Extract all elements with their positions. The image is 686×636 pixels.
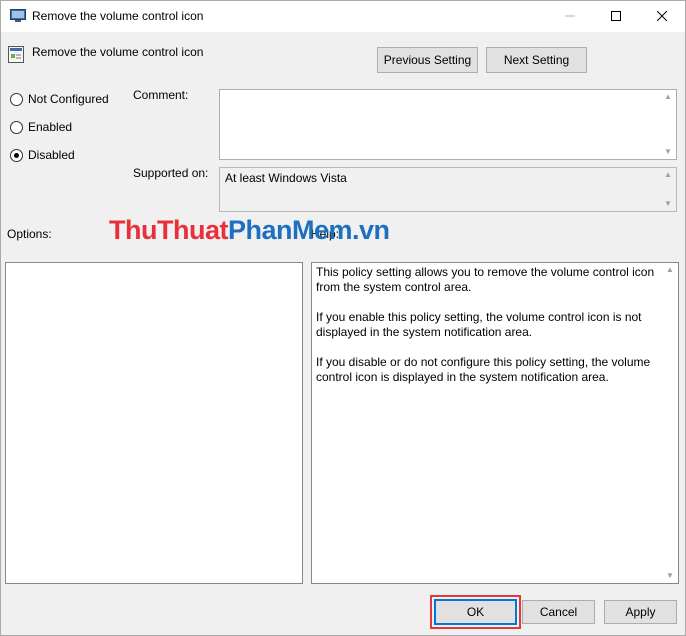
scroll-down-icon[interactable]: ▼: [666, 571, 674, 581]
scroll-down-icon[interactable]: ▼: [664, 147, 672, 157]
window-title: Remove the volume control icon: [32, 9, 204, 23]
radio-enabled[interactable]: Enabled: [10, 120, 72, 134]
title-bar[interactable]: Remove the volume control icon: [1, 1, 685, 32]
supported-on-field: At least Windows Vista ▲ ▼: [219, 167, 677, 212]
help-paragraph: If you enable this policy setting, the v…: [316, 310, 642, 339]
maximize-icon: [611, 10, 621, 24]
help-pane[interactable]: This policy setting allows you to remove…: [311, 262, 679, 584]
radio-button[interactable]: [10, 120, 23, 134]
scroll-up-icon[interactable]: ▲: [666, 265, 674, 275]
options-label: Options:: [7, 227, 52, 241]
previous-setting-button[interactable]: Previous Setting: [377, 47, 478, 73]
watermark-logo: ThuThuatPhanMem.vn: [109, 215, 390, 245]
scroll-up-icon[interactable]: ▲: [664, 170, 672, 180]
radio-not-configured[interactable]: Not Configured: [10, 92, 109, 106]
policy-setting-icon: [8, 46, 24, 63]
help-paragraph: This policy setting allows you to remove…: [316, 265, 655, 294]
radio-button[interactable]: [10, 92, 23, 106]
next-setting-button[interactable]: Next Setting: [486, 47, 587, 73]
radio-selected-dot: [14, 152, 19, 158]
minimize-icon: [565, 10, 575, 24]
ok-button[interactable]: OK: [434, 599, 517, 625]
options-pane[interactable]: [5, 262, 303, 584]
comment-textarea[interactable]: ▲ ▼: [219, 89, 677, 160]
policy-dialog: Remove the volume control icon Remove th…: [0, 0, 686, 636]
minimize-button[interactable]: [547, 1, 593, 32]
supported-on-label: Supported on:: [133, 166, 209, 180]
comment-label: Comment:: [133, 88, 189, 102]
help-paragraph: If you disable or do not configure this …: [316, 355, 651, 384]
scroll-up-icon[interactable]: ▲: [664, 92, 672, 102]
radio-label: Not Configured: [28, 92, 109, 106]
cancel-button[interactable]: Cancel: [522, 600, 595, 624]
radio-label: Enabled: [28, 120, 73, 134]
help-text: This policy setting allows you to remove…: [316, 265, 661, 400]
help-scrollbar[interactable]: ▲ ▼: [662, 263, 678, 583]
radio-button-selected[interactable]: [10, 148, 23, 162]
maximize-button[interactable]: [593, 1, 639, 32]
radio-disabled[interactable]: Disabled: [10, 148, 75, 162]
apply-button[interactable]: Apply: [604, 600, 677, 624]
scroll-down-icon[interactable]: ▼: [664, 199, 672, 209]
radio-label: Disabled: [28, 148, 75, 162]
close-icon: [656, 10, 668, 24]
supported-scrollbar[interactable]: ▲ ▼: [660, 168, 676, 211]
setting-title: Remove the volume control icon: [32, 45, 204, 59]
group-policy-icon: [10, 9, 26, 23]
close-button[interactable]: [639, 1, 685, 32]
comment-scrollbar[interactable]: ▲ ▼: [660, 90, 676, 159]
supported-on-value: At least Windows Vista: [225, 171, 347, 185]
